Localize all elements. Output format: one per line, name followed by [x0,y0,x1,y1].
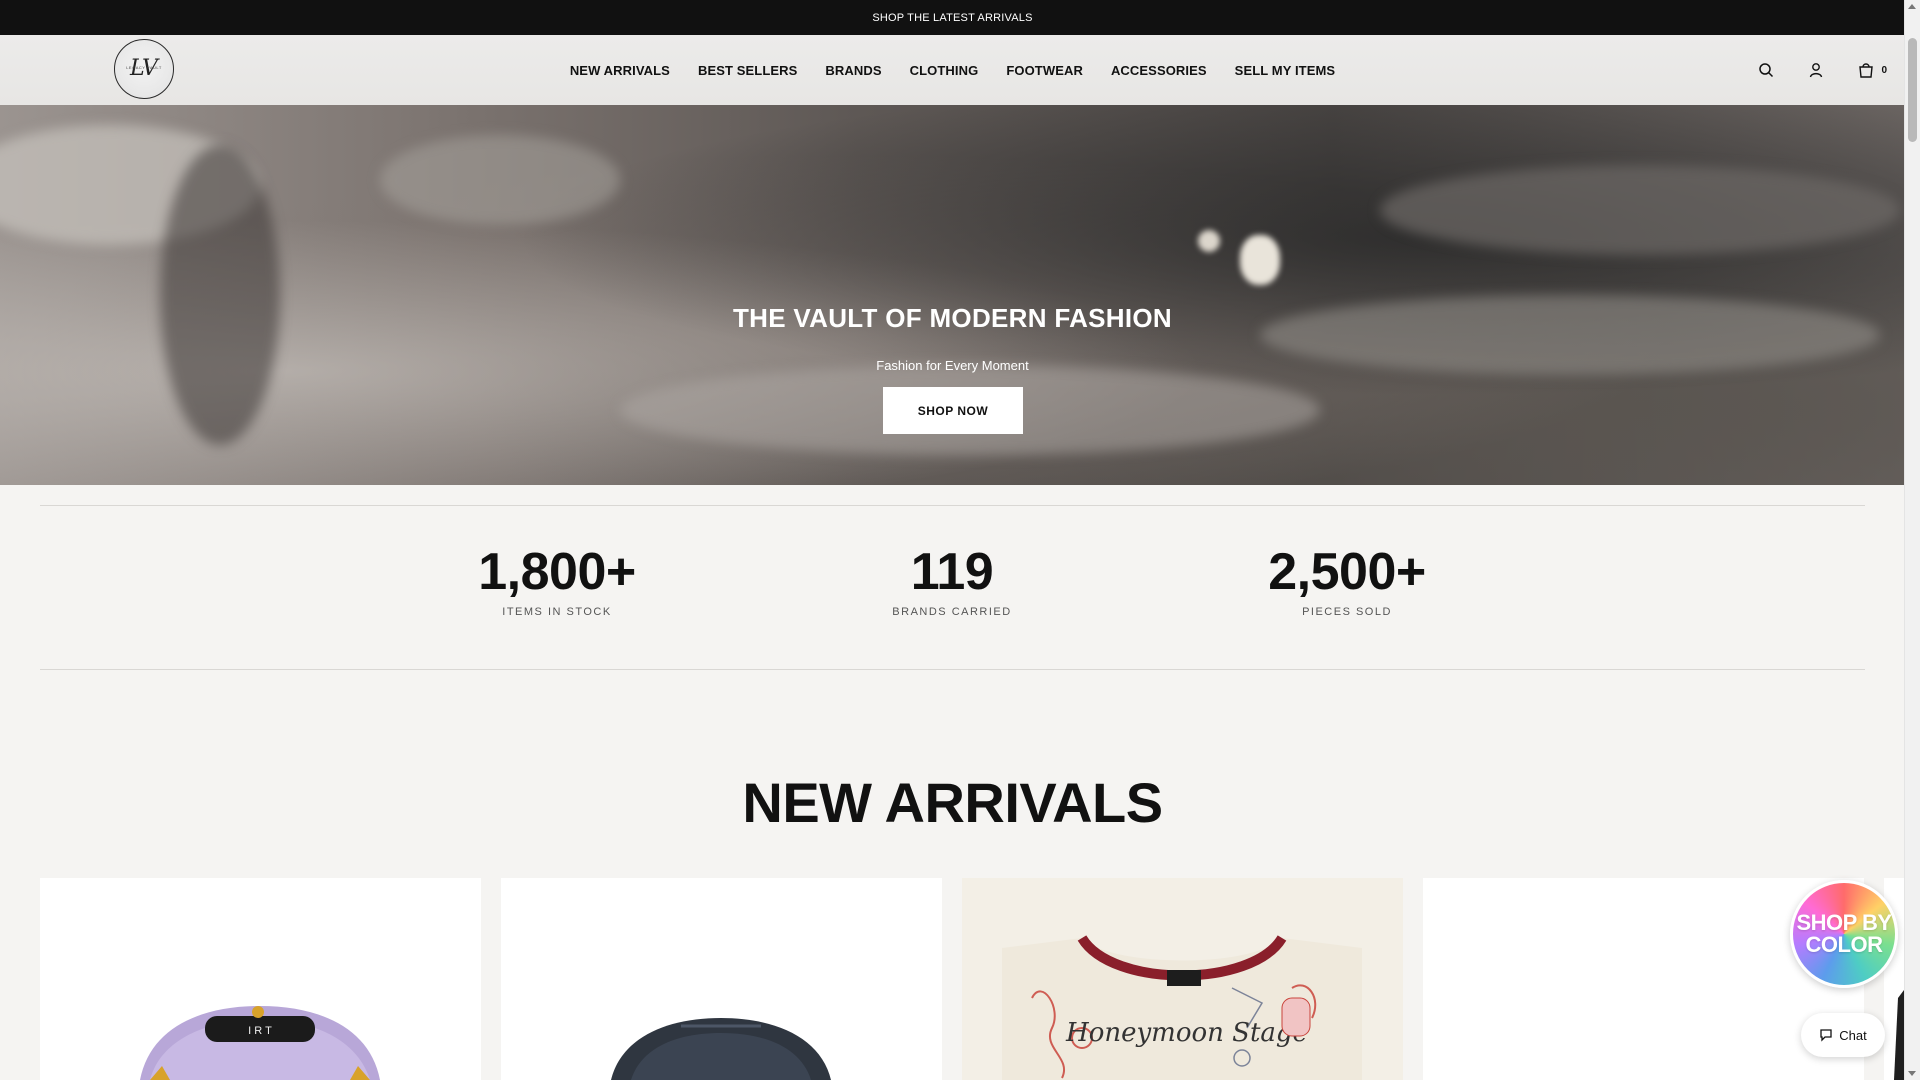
chat-label: Chat [1839,1027,1867,1043]
stat-label: BRANDS CARRIED [892,606,1012,618]
account-icon[interactable] [1805,59,1827,81]
shop-now-button[interactable]: SHOP NOW [883,387,1023,434]
product-card-graphic-tee[interactable]: Honeymoon Stage [962,878,1403,1080]
nav-brands[interactable]: BRANDS [825,63,881,78]
scroll-down-icon[interactable] [1908,1071,1916,1076]
nav-footwear[interactable]: FOOTWEAR [1006,63,1083,78]
chat-icon [1820,1029,1832,1042]
header-actions: 0 [1755,35,1887,105]
main-nav: NEW ARRIVALS BEST SELLERS BRANDS CLOTHIN… [0,35,1905,105]
hero-title: THE VAULT OF MODERN FASHION [732,303,1173,333]
stat-value: 2,500+ [1268,543,1426,601]
scroll-up-icon[interactable] [1908,4,1916,9]
announcement-bar[interactable]: SHOP THE LATEST ARRIVALS [0,0,1905,35]
stats-section: 1,800+ ITEMS IN STOCK 119 BRANDS CARRIED… [40,505,1865,670]
nav-best-sellers[interactable]: BEST SELLERS [698,63,797,78]
cart-count: 0 [1881,64,1887,76]
cart-button[interactable]: 0 [1855,59,1887,81]
stat-value: 1,800+ [478,543,636,601]
stat-label: ITEMS IN STOCK [502,606,612,618]
scrollbar-thumb[interactable] [1908,38,1917,142]
tee-print-text: Honeymoon Stage [1065,1018,1308,1048]
chat-button[interactable]: Chat [1801,1013,1885,1057]
nav-sell-my-items[interactable]: SELL MY ITEMS [1235,63,1336,78]
page-scrollbar[interactable] [1904,0,1920,1080]
product-carousel: I R T Honeymoon Stage [40,878,1920,1080]
stat-value: 119 [910,543,994,601]
nav-accessories[interactable]: ACCESSORIES [1111,63,1207,78]
shop-by-color-badge[interactable]: SHOP BY COLOR [1790,880,1898,988]
nav-new-arrivals[interactable]: NEW ARRIVALS [570,63,670,78]
stat-items-in-stock: 1,800+ ITEMS IN STOCK [432,546,682,618]
hero-subtitle: Fashion for Every Moment [876,358,1029,373]
cap-logo-text: I R T [248,1025,272,1037]
stat-pieces-sold: 2,500+ PIECES SOLD [1222,546,1472,618]
product-card-navy-cap[interactable] [501,878,942,1080]
stat-label: PIECES SOLD [1302,606,1392,618]
new-arrivals-heading: NEW ARRIVALS [742,771,1163,834]
nav-clothing[interactable]: CLOTHING [910,63,979,78]
announcement-text[interactable]: SHOP THE LATEST ARRIVALS [872,12,1032,24]
product-card-purple-cap[interactable]: I R T [40,878,481,1080]
site-header: LEGACY VAULT LV NEW ARRIVALS BEST SELLER… [0,35,1905,106]
cart-icon [1855,59,1877,81]
search-icon[interactable] [1755,59,1777,81]
shop-by-color-text: SHOP BY COLOR [1796,910,1892,957]
stat-brands-carried: 119 BRANDS CARRIED [827,546,1077,618]
hero-banner: THE VAULT OF MODERN FASHION Fashion for … [0,105,1905,485]
